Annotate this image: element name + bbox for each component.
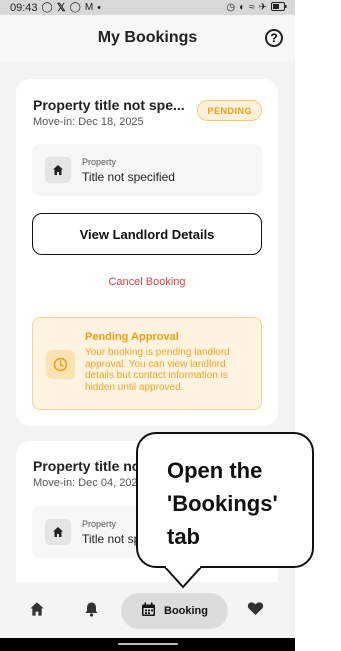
bottom-navigation: Booking	[0, 582, 295, 638]
home-icon	[45, 519, 71, 545]
property-label: Property	[82, 157, 117, 167]
status-bar: 09:43 ◯ 𝕏 ◯ M • ◷ ◐ ≈ ✈	[0, 0, 295, 15]
dot-icon: •	[97, 1, 102, 14]
status-time: 09:43	[10, 1, 38, 14]
whatsapp-icon: ◯	[41, 2, 53, 13]
nav-bell-icon[interactable]	[84, 601, 99, 617]
home-icon	[45, 157, 71, 183]
callout-pointer	[163, 566, 203, 589]
gmail-icon: M	[84, 2, 94, 13]
data-saver-icon: ◐	[239, 2, 246, 13]
wifi-icon: ≈	[249, 2, 255, 13]
airplane-icon: ✈	[258, 2, 267, 13]
status-badge: PENDING	[197, 100, 262, 121]
calendar-icon	[141, 602, 156, 620]
cancel-booking-button[interactable]: Cancel Booking	[32, 276, 262, 288]
callout-bubble: Open the 'Bookings' tab	[136, 432, 314, 568]
home-indicator	[118, 643, 178, 645]
property-label: Property	[82, 519, 117, 529]
page-title: My Bookings	[97, 29, 198, 46]
booking-title: Property title not spe...	[33, 97, 185, 113]
property-value: Title not specified	[82, 170, 175, 184]
move-in-date: Move-in: Dec 18, 2025	[33, 116, 144, 128]
app-bar: My Bookings ?	[0, 15, 295, 61]
nav-heart-icon[interactable]	[247, 601, 264, 616]
help-icon[interactable]: ?	[265, 29, 283, 47]
property-box: Property Title not specified	[32, 144, 262, 196]
pending-approval-notice: Pending Approval Your booking is pending…	[32, 317, 262, 410]
booking-card: Property title not spe... Move-in: Dec 1…	[16, 79, 278, 426]
callout-text: Open the 'Bookings' tab	[167, 458, 278, 549]
notice-title: Pending Approval	[85, 331, 179, 343]
clock-icon	[46, 350, 75, 379]
view-landlord-details-button[interactable]: View Landlord Details	[32, 213, 262, 255]
nav-booking-tab[interactable]: Booking	[121, 593, 228, 629]
nav-home-icon[interactable]	[29, 601, 45, 617]
x-icon: 𝕏	[56, 2, 66, 14]
gesture-bar	[0, 638, 295, 651]
battery-icon	[271, 1, 287, 14]
alarm-icon: ◷	[226, 2, 236, 13]
nav-booking-label: Booking	[164, 605, 208, 617]
notice-body: Your booking is pending landlord approva…	[85, 347, 230, 393]
whatsapp-icon: ◯	[69, 2, 81, 13]
